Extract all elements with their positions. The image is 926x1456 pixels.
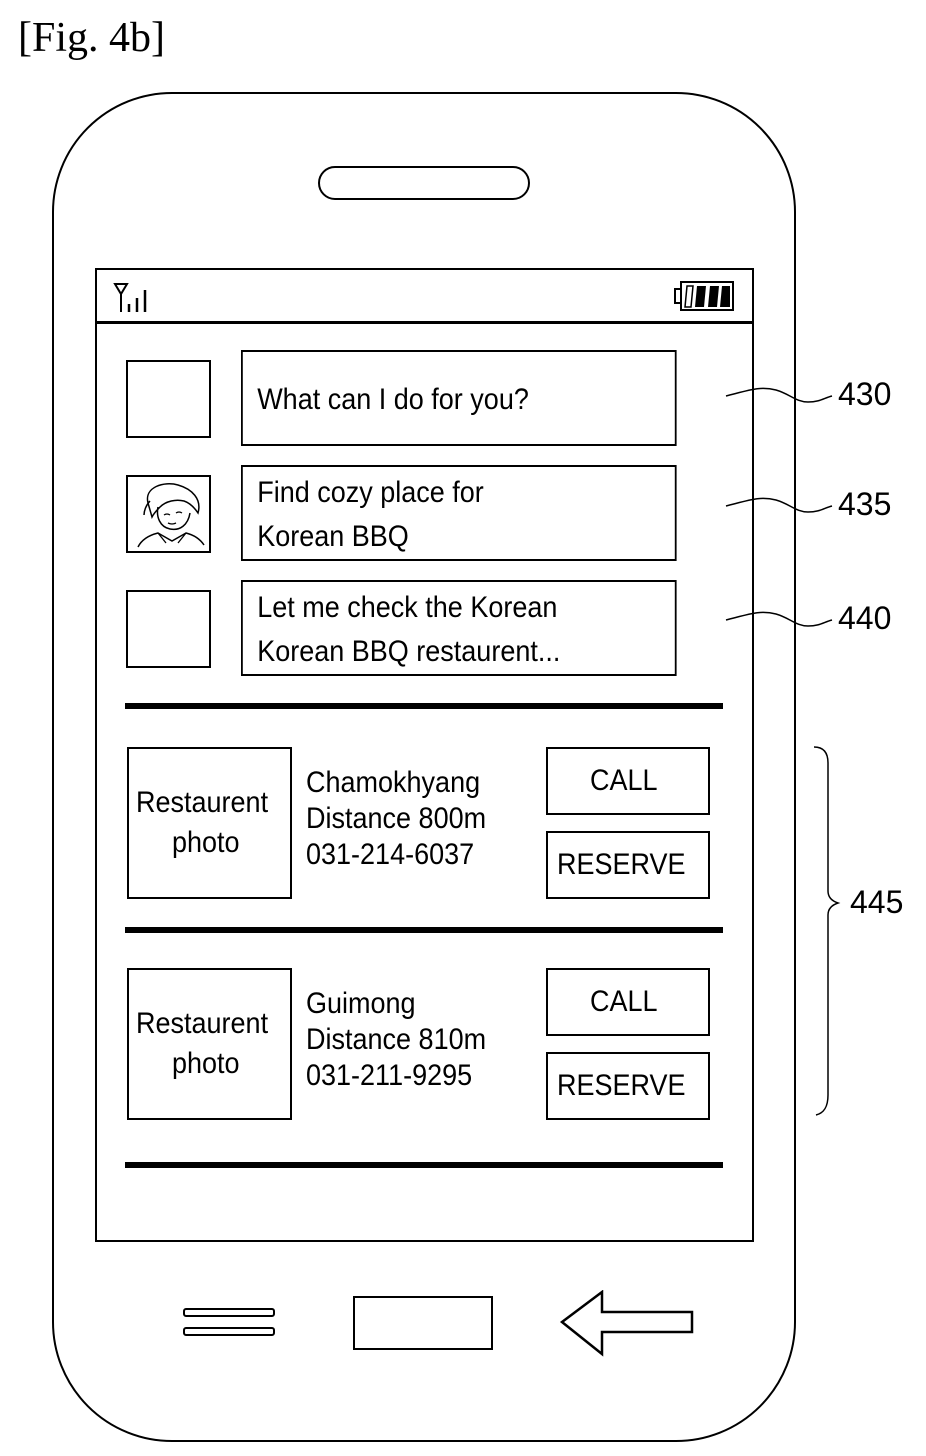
restaurant-name: Chamokhyang	[306, 766, 481, 799]
reserve-button-label: RESERVE	[556, 848, 686, 881]
menu-icon[interactable]	[182, 1306, 276, 1340]
figure-title: [Fig. 4b]	[18, 15, 165, 61]
home-button[interactable]	[353, 1296, 493, 1350]
message-line: Let me check the Korean	[257, 591, 558, 624]
restaurant-distance: Distance 810m	[306, 1023, 487, 1056]
reserve-button[interactable]: RESERVE	[546, 1052, 710, 1120]
assistant-message-bubble: Let me check the Korean Korean BBQ resta…	[241, 580, 677, 676]
status-bar	[95, 268, 754, 324]
message-line: Korean BBQ restaurent...	[257, 635, 561, 668]
signal-antenna-icon	[113, 283, 147, 312]
restaurant-name: Guimong	[306, 987, 416, 1020]
assistant-avatar-placeholder	[126, 590, 211, 668]
reference-number: 430	[838, 376, 892, 412]
photo-label: photo	[171, 1047, 240, 1080]
restaurant-info: Guimong Distance 810m 031-211-9295	[306, 986, 506, 1094]
battery-icon	[674, 281, 734, 311]
result-divider	[125, 927, 723, 933]
message-line: What can I do for you?	[257, 383, 529, 416]
restaurant-photo[interactable]: Restaurent photo	[127, 968, 292, 1120]
photo-label: photo	[171, 826, 240, 859]
message-line: Find cozy place for	[257, 476, 484, 509]
reserve-button[interactable]: RESERVE	[546, 831, 710, 899]
user-portrait-icon	[137, 483, 205, 548]
call-button-label: CALL	[590, 764, 659, 797]
reference-number: 445	[850, 884, 904, 920]
section-divider	[125, 703, 723, 709]
photo-label: Restaurent	[136, 786, 269, 819]
restaurant-distance: Distance 800m	[306, 802, 487, 835]
phone-speaker	[318, 166, 530, 200]
result-divider	[125, 1162, 723, 1168]
message-line: Korean BBQ	[257, 520, 409, 553]
restaurant-photo[interactable]: Restaurent photo	[127, 747, 292, 899]
user-message-bubble: Find cozy place for Korean BBQ	[241, 465, 677, 561]
reference-number: 435	[838, 486, 892, 522]
photo-label: Restaurent	[136, 1007, 269, 1040]
reference-leaders	[725, 387, 833, 627]
reference-number: 440	[838, 600, 892, 636]
back-arrow-icon[interactable]	[558, 1290, 698, 1358]
restaurant-phone: 031-214-6037	[306, 838, 475, 871]
call-button-label: CALL	[590, 985, 659, 1018]
call-button[interactable]: CALL	[546, 747, 710, 815]
restaurant-info: Chamokhyang Distance 800m 031-214-6037	[306, 765, 506, 873]
reserve-button-label: RESERVE	[556, 1069, 686, 1102]
results-bracket	[813, 746, 841, 1116]
restaurant-phone: 031-211-9295	[306, 1059, 473, 1092]
assistant-message-bubble: What can I do for you?	[241, 350, 677, 446]
assistant-avatar-placeholder	[126, 360, 211, 438]
call-button[interactable]: CALL	[546, 968, 710, 1036]
user-avatar	[126, 475, 211, 553]
